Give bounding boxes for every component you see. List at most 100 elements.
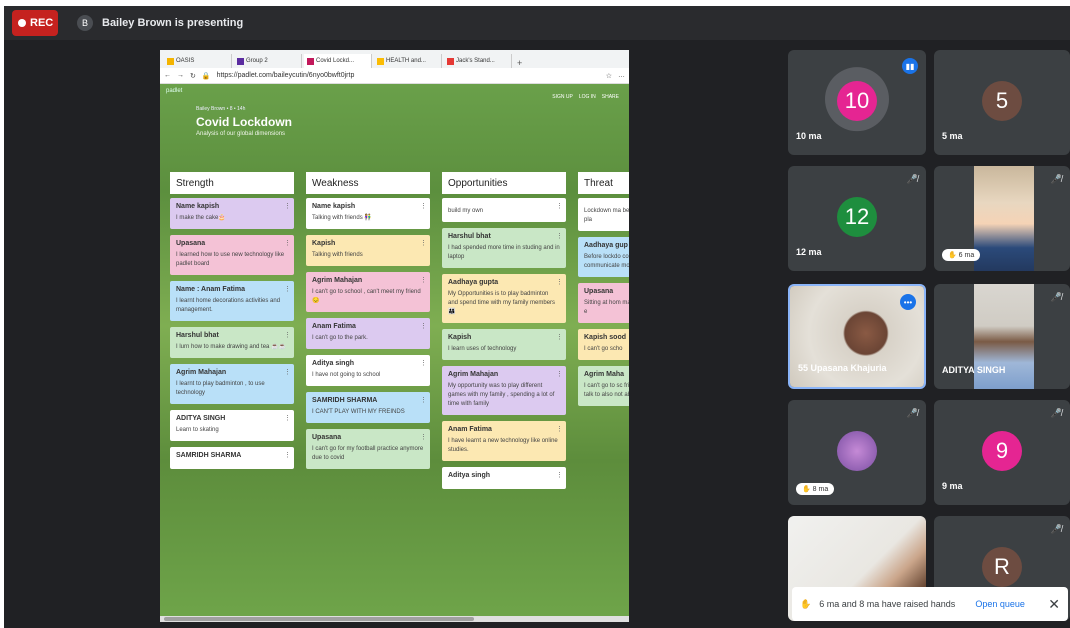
browser-tab[interactable]: Group 2 — [234, 54, 302, 68]
participant-name: 6 ma — [958, 252, 975, 259]
post-menu-icon[interactable]: ⋮ — [556, 278, 563, 286]
post-menu-icon[interactable]: ⋮ — [284, 451, 291, 459]
muted-mic-icon: 🎤̸ — [1050, 174, 1062, 184]
participant-tile-upasana[interactable]: ••• 55 Upasana Khajuria — [788, 284, 926, 389]
post-card[interactable]: Upasana I learned how to use new technolo… — [170, 235, 294, 275]
column-posts[interactable]: Name kapish Talking with friends 👫 ⋮ Kapish… — [306, 198, 430, 570]
browser-tab[interactable]: HEALTH and... — [374, 54, 442, 68]
raised-hand-badge: ✋ 6 ma — [942, 249, 981, 261]
participant-tile-10ma[interactable]: 10 ▮▮ 10 ma — [788, 50, 926, 155]
post-card[interactable]: Agrim Mahajan I learnt to play badminton … — [170, 364, 294, 404]
participant-tile-12ma[interactable]: 12 🎤̸ 12 ma — [788, 166, 926, 271]
post-card[interactable]: Harshul bhat I lurn how to make drawing a… — [170, 327, 294, 358]
post-card[interactable]: Name kapish I make the cake🎂 ⋮ — [170, 198, 294, 229]
post-menu-icon[interactable]: ⋮ — [556, 202, 563, 210]
url-field[interactable]: https://padlet.com/baileycutin/6nyo0bwft… — [217, 72, 600, 79]
browser-tab-active[interactable]: Covid Lockd... — [304, 54, 372, 68]
post-body: Before lockdo communicate friends 👫 Aft … — [584, 254, 629, 269]
post-card[interactable]: Agrim Maha I can't go to sc friend , teac… — [578, 366, 629, 406]
login-link[interactable]: LOG IN — [579, 94, 596, 100]
post-menu-icon[interactable]: ⋮ — [556, 333, 563, 341]
post-author: ADITYA SINGH — [176, 415, 226, 422]
post-card[interactable]: Kapish Talking with friends ⋮ — [306, 235, 430, 266]
post-menu-icon[interactable]: ⋮ — [556, 425, 563, 433]
post-author: Aadhaya gupta — [448, 279, 499, 286]
column-header: Strength — [170, 172, 294, 194]
signup-link[interactable]: SIGN UP — [552, 94, 573, 100]
post-menu-icon[interactable]: ⋮ — [556, 370, 563, 378]
post-menu-icon[interactable]: ⋮ — [420, 202, 427, 210]
column-posts[interactable]: Lockdown ma before lockdo school and pla… — [578, 198, 629, 570]
participant-name: 10 ma — [796, 131, 822, 141]
scrollbar-thumb[interactable] — [164, 617, 474, 621]
post-menu-icon[interactable]: ⋮ — [284, 368, 291, 376]
post-menu-icon[interactable]: ⋮ — [556, 232, 563, 240]
post-menu-icon[interactable]: ⋮ — [420, 276, 427, 284]
column-posts[interactable]: Name kapish I make the cake🎂 ⋮ Upasana I lea… — [170, 198, 294, 570]
share-link[interactable]: SHARE — [602, 94, 619, 100]
participant-tile-9ma[interactable]: 9 🎤̸ 9 ma — [934, 400, 1070, 505]
post-card[interactable]: Aditya singh I have not going to school ⋮ — [306, 355, 430, 386]
participant-tile-6ma[interactable]: 🎤̸ ✋ 6 ma — [934, 166, 1070, 271]
post-author: Upasana — [584, 288, 614, 295]
post-card[interactable]: Aditya singh ⋮ — [442, 467, 566, 489]
post-card[interactable]: Lockdown ma before lockdo school and pla… — [578, 198, 629, 231]
padlet-logo[interactable]: padlet — [166, 88, 182, 94]
post-card[interactable]: Kapish soodI can't go scho⋮ — [578, 329, 629, 360]
post-author: Agrim Mahajan — [448, 371, 499, 378]
post-card[interactable]: SAMRIDH SHARMA I CAN'T PLAY WITH MY FREIN… — [306, 392, 430, 423]
participant-tile-aditya[interactable]: 🎤̸ ADITYA SINGH — [934, 284, 1070, 389]
post-card[interactable]: Name : Anam Fatima I learnt home decorati… — [170, 281, 294, 321]
post-card[interactable]: Anam Fatima I have learnt a new technolog… — [442, 421, 566, 461]
post-card[interactable]: Agrim Mahajan My opportunity was to play … — [442, 366, 566, 415]
post-menu-icon[interactable]: ⋮ — [284, 331, 291, 339]
horizontal-scrollbar[interactable] — [160, 616, 629, 622]
padlet-board: padlet Bailey Brown • 8 • 14h Covid Lock… — [160, 84, 629, 622]
browser-tab[interactable]: Jack's Stand... — [444, 54, 512, 68]
post-menu-icon[interactable]: ⋮ — [420, 396, 427, 404]
rec-label: REC — [30, 17, 54, 29]
close-icon[interactable]: ✕ — [1048, 596, 1060, 613]
post-menu-icon[interactable]: ⋮ — [420, 359, 427, 367]
tab-label: Jack's Stand... — [456, 58, 495, 64]
post-menu-icon[interactable]: ⋮ — [420, 433, 427, 441]
forward-icon[interactable]: → — [177, 72, 184, 79]
post-card[interactable]: Upasana Sitting at hom made less exp life… — [578, 283, 629, 323]
post-menu-icon[interactable]: ⋮ — [284, 285, 291, 293]
post-card[interactable]: Upasana I can't go for my football practi… — [306, 429, 430, 469]
participant-tile-5ma[interactable]: 5 5 ma — [934, 50, 1070, 155]
post-card[interactable]: Aadhaya gup Before lockdo communicate fri… — [578, 237, 629, 277]
post-card[interactable]: SAMRIDH SHARMA ⋮ — [170, 447, 294, 469]
post-menu-icon[interactable]: ⋮ — [556, 471, 563, 479]
browser-tab[interactable]: OASIS — [164, 54, 232, 68]
participant-tile-8ma[interactable]: 🎤̸ ✋ 8 ma — [788, 400, 926, 505]
more-options-icon[interactable]: ••• — [900, 294, 916, 310]
post-menu-icon[interactable]: ⋮ — [284, 239, 291, 247]
post-menu-icon[interactable]: ⋮ — [284, 414, 291, 422]
post-card[interactable]: build my own ⋮ — [442, 198, 566, 222]
post-body: I can't go to the park. — [312, 335, 368, 341]
post-card[interactable]: Kapish I learn uses of technology ⋮ — [442, 329, 566, 360]
new-tab-icon[interactable]: + — [514, 58, 522, 68]
post-card[interactable]: Aadhaya gupta My Opportunities is to play… — [442, 274, 566, 323]
participant-avatar: 5 — [982, 80, 1022, 121]
padlet-header: padlet Bailey Brown • 8 • 14h Covid Lock… — [160, 84, 629, 164]
post-card[interactable]: ADITYA SINGH Learn to skating ⋮ — [170, 410, 294, 441]
post-card[interactable]: Anam Fatima I can't go to the park. ⋮ — [306, 318, 430, 349]
post-card[interactable]: Name kapish Talking with friends 👫 ⋮ — [306, 198, 430, 229]
post-menu-icon[interactable]: ⋮ — [420, 322, 427, 330]
participant-video — [974, 166, 1034, 271]
participant-avatar-photo — [837, 430, 877, 471]
post-author: SAMRIDH SHARMA — [176, 452, 242, 459]
participant-avatar: 10 — [837, 80, 877, 121]
post-card[interactable]: Agrim Mahajan I can't go to school , can'… — [306, 272, 430, 312]
post-menu-icon[interactable]: ⋮ — [284, 202, 291, 210]
post-menu-icon[interactable]: ⋮ — [420, 239, 427, 247]
column-posts[interactable]: build my own ⋮ Harshul bhat I had spended m… — [442, 198, 566, 570]
favorite-icon[interactable]: ☆ — [606, 72, 612, 80]
post-card[interactable]: Harshul bhat I had spended more time in s… — [442, 228, 566, 268]
more-icon[interactable]: … — [618, 72, 625, 79]
open-queue-button[interactable]: Open queue — [975, 599, 1025, 609]
back-icon[interactable]: ← — [164, 72, 171, 79]
reload-icon[interactable]: ↻ — [190, 72, 196, 80]
